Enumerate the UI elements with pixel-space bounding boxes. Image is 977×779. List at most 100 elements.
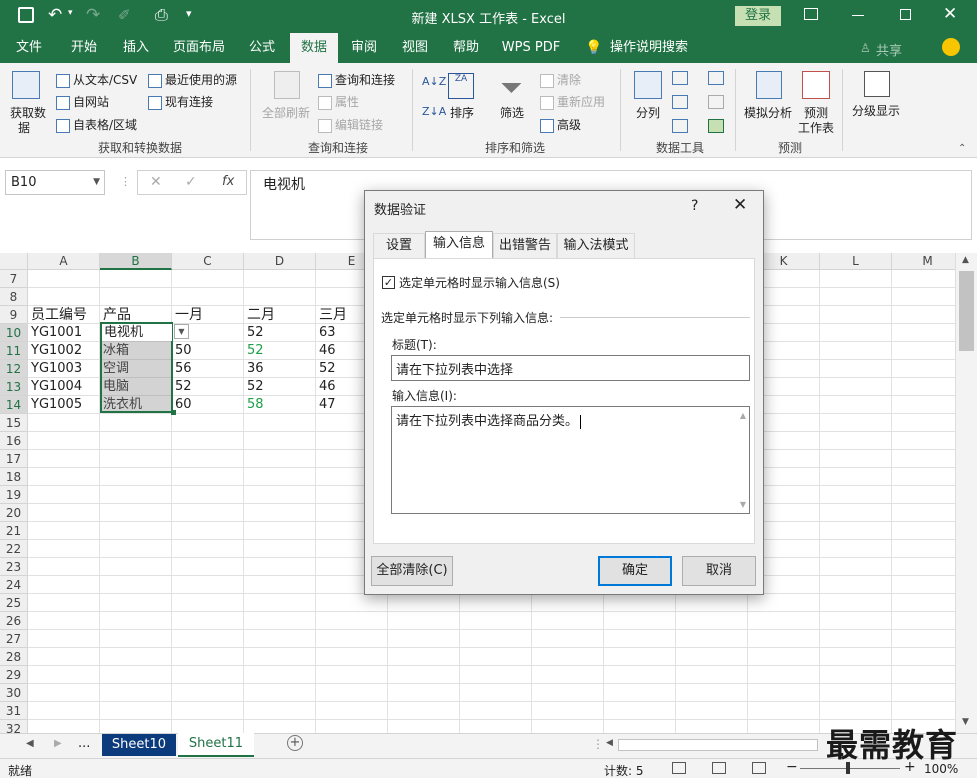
table-cell[interactable]: 52 <box>244 342 316 360</box>
tab-splitter-icon[interactable]: ⋮ <box>592 737 604 751</box>
row-header[interactable]: 15 <box>0 414 28 432</box>
cell-B10[interactable]: 电视机 <box>101 324 173 342</box>
table-cell[interactable]: 58 <box>244 396 316 414</box>
row-header[interactable]: 21 <box>0 522 28 540</box>
page-layout-view-icon[interactable] <box>712 762 726 774</box>
column-header[interactable]: D <box>244 253 316 270</box>
table-cell[interactable]: 52 <box>244 378 316 396</box>
row-header[interactable]: 11 <box>0 342 28 360</box>
column-header[interactable]: M <box>892 253 955 270</box>
scroll-down-icon[interactable]: ▼ <box>962 717 969 727</box>
row-header[interactable]: 19 <box>0 486 28 504</box>
recent-sources-button[interactable]: 最近使用的源 <box>148 71 237 88</box>
tab-data[interactable]: 数据 <box>290 33 338 63</box>
textarea-scroll-up-icon[interactable]: ▲ <box>740 411 746 420</box>
row-header[interactable]: 31 <box>0 702 28 720</box>
hscroll-left-icon[interactable]: ◀ <box>606 738 613 748</box>
textarea-scroll-down-icon[interactable]: ▼ <box>740 500 746 509</box>
minimize-icon[interactable] <box>852 15 864 16</box>
tab-file[interactable]: 文件 <box>8 33 50 63</box>
add-sheet-icon[interactable]: + <box>287 735 303 751</box>
tell-me-search[interactable]: 操作说明搜索 <box>606 33 692 63</box>
table-cell[interactable]: 60 <box>172 396 244 414</box>
help-button[interactable]: ? <box>691 198 698 214</box>
from-web-button[interactable]: 自网站 <box>56 93 109 110</box>
cancel-entry-icon[interactable]: ✕ <box>150 174 162 190</box>
table-cell[interactable]: 36 <box>244 360 316 378</box>
cancel-button[interactable]: 取消 <box>682 556 756 586</box>
share-button[interactable]: 共享 <box>876 40 902 59</box>
column-header[interactable]: B <box>100 253 172 270</box>
get-data-icon[interactable] <box>12 71 40 99</box>
scroll-up-icon[interactable]: ▲ <box>962 255 969 265</box>
sort-az-icon[interactable]: A↓Z <box>422 75 446 88</box>
tab-formulas[interactable]: 公式 <box>240 33 284 63</box>
confirm-entry-icon[interactable]: ✓ <box>185 174 197 190</box>
consolidate-icon[interactable] <box>708 71 724 85</box>
advanced-filter-button[interactable]: 高级 <box>540 116 581 133</box>
title-input[interactable]: 请在下拉列表中选择 <box>391 355 750 381</box>
row-header[interactable]: 10 <box>0 324 28 342</box>
existing-connections-button[interactable]: 现有连接 <box>148 93 213 110</box>
tab-wps-pdf[interactable]: WPS PDF <box>496 33 566 63</box>
message-textarea[interactable]: 请在下拉列表中选择商品分类。 ▲ ▼ <box>391 406 750 514</box>
clear-all-button[interactable]: 全部清除(C) <box>371 556 453 586</box>
sheet-tab-sheet10[interactable]: Sheet10 <box>102 734 176 756</box>
row-header[interactable]: 7 <box>0 270 28 288</box>
row-header[interactable]: 23 <box>0 558 28 576</box>
smiley-icon[interactable] <box>942 38 960 56</box>
show-message-checkbox[interactable]: ✓ <box>382 276 395 289</box>
table-cell[interactable]: YG1001 <box>28 324 100 342</box>
refresh-all-button[interactable]: 全部刷新 <box>262 104 310 121</box>
row-header[interactable]: 20 <box>0 504 28 522</box>
row-header[interactable]: 14 <box>0 396 28 414</box>
outline-icon[interactable] <box>864 71 890 97</box>
maximize-icon[interactable] <box>900 9 911 20</box>
sort-dialog-icon[interactable]: ZA <box>448 73 474 99</box>
tab-error-alert[interactable]: 出错警告 <box>493 233 557 259</box>
what-if-icon[interactable] <box>756 71 782 99</box>
insert-function-icon[interactable]: fx <box>222 174 234 189</box>
dropdown-arrow-icon[interactable]: ▼ <box>174 324 189 339</box>
clear-filter-button[interactable]: 清除 <box>540 71 581 88</box>
collapse-ribbon-icon[interactable]: ⌃ <box>958 143 966 154</box>
header-cell[interactable]: 一月 <box>172 306 244 324</box>
ok-button[interactable]: 确定 <box>598 556 672 586</box>
outline-button[interactable]: 分级显示 <box>852 102 900 119</box>
what-if-analysis-button[interactable]: 模拟分析 <box>744 104 792 121</box>
tab-view[interactable]: 视图 <box>393 33 437 63</box>
tab-ime-mode[interactable]: 输入法模式 <box>557 233 635 259</box>
tab-home[interactable]: 开始 <box>62 33 106 63</box>
row-header[interactable]: 9 <box>0 306 28 324</box>
remove-duplicates-icon[interactable] <box>672 95 688 109</box>
chevron-down-icon[interactable]: ▼ <box>93 171 100 194</box>
row-header[interactable]: 32 <box>0 720 28 733</box>
table-cell[interactable]: 56 <box>172 360 244 378</box>
row-header[interactable]: 8 <box>0 288 28 306</box>
queries-connections-button[interactable]: 查询和连接 <box>318 71 395 88</box>
row-header[interactable]: 25 <box>0 594 28 612</box>
column-header[interactable]: C <box>172 253 244 270</box>
row-header[interactable]: 29 <box>0 666 28 684</box>
table-cell[interactable]: 52 <box>172 378 244 396</box>
dialog-close-icon[interactable]: ✕ <box>733 195 747 215</box>
row-header[interactable]: 18 <box>0 468 28 486</box>
select-all-corner[interactable] <box>0 253 28 270</box>
name-box[interactable]: B10 ▼ <box>5 170 105 195</box>
data-validation-icon[interactable] <box>672 119 688 133</box>
row-header[interactable]: 12 <box>0 360 28 378</box>
more-sheets-button[interactable]: ... <box>78 736 90 751</box>
next-sheet-icon[interactable]: ▶ <box>54 738 62 749</box>
header-cell[interactable]: 员工编号 <box>28 306 100 324</box>
table-cell[interactable]: 52 <box>244 324 316 342</box>
zoom-slider[interactable] <box>800 768 900 769</box>
vertical-scrollbar[interactable]: ▲ ▼ <box>955 253 977 733</box>
column-header[interactable]: L <box>820 253 892 270</box>
close-icon[interactable]: ✕ <box>943 4 957 24</box>
scroll-thumb[interactable] <box>959 271 974 351</box>
formula-bar-splitter-icon[interactable]: ⋮ <box>120 175 131 188</box>
get-data-button-line2[interactable]: 据 <box>18 119 30 136</box>
text-to-columns-icon[interactable] <box>634 71 662 99</box>
filter-icon[interactable]: ⏷ <box>500 71 522 105</box>
filter-button[interactable]: 筛选 <box>500 104 524 121</box>
